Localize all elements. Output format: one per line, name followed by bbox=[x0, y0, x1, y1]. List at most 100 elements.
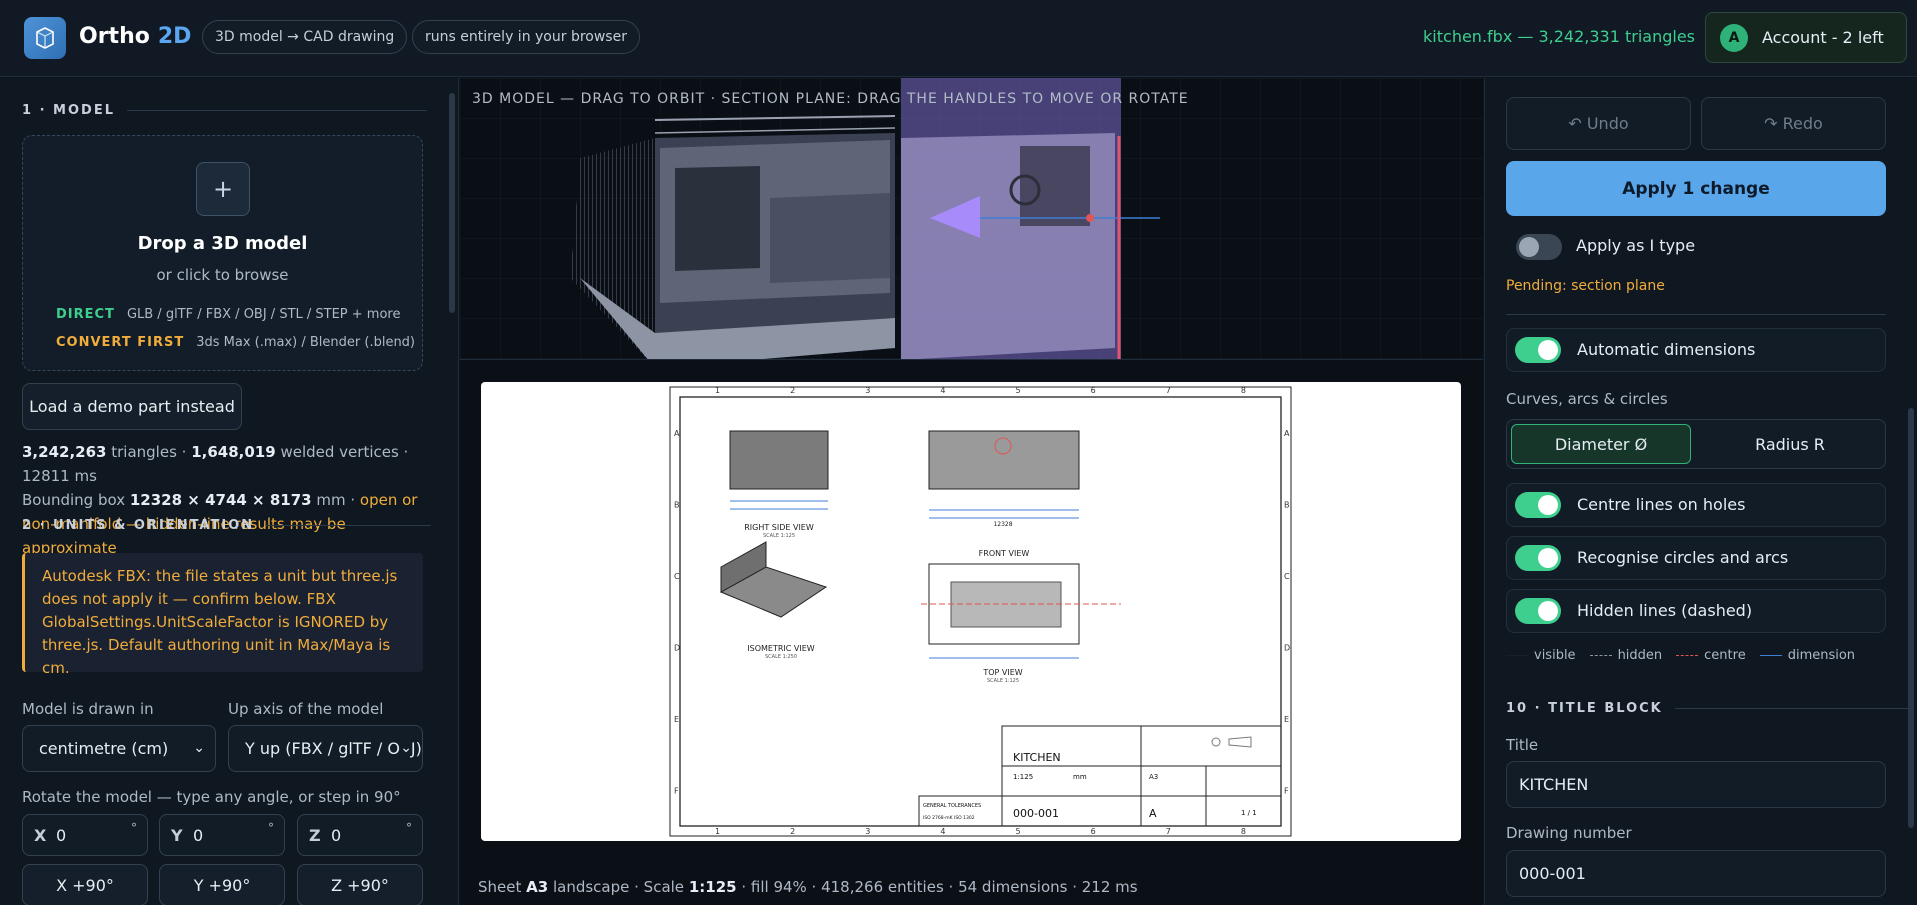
curve-dimension-mode: Diameter Ø Radius R bbox=[1506, 419, 1886, 469]
auto-dimensions-label: Automatic dimensions bbox=[1577, 340, 1756, 359]
right-scrollbar[interactable] bbox=[1908, 408, 1914, 828]
3d-viewport[interactable]: 3D MODEL — DRAG TO ORBIT · SECTION PLANE… bbox=[460, 78, 1483, 360]
hidden-lines-label: Hidden lines (dashed) bbox=[1577, 601, 1753, 620]
model-dropzone[interactable]: + Drop a 3D model or click to browse DIR… bbox=[22, 135, 423, 371]
rotate-x-input[interactable]: X 0 ° bbox=[22, 814, 148, 856]
section-title-model: 1 · MODEL bbox=[22, 103, 427, 118]
axis-y-label: Y bbox=[171, 825, 183, 845]
loaded-file-info: kitchen.fbx — 3,242,331 triangles bbox=[1423, 27, 1695, 46]
rotate-z-90-button[interactable]: Z +90° bbox=[297, 864, 423, 905]
axis-z-value: 0 bbox=[331, 825, 342, 845]
auto-dimensions-row[interactable]: Automatic dimensions bbox=[1506, 328, 1886, 372]
centre-lines-toggle[interactable] bbox=[1515, 492, 1561, 518]
drawing-sheet[interactable]: 1 1 2 2 3 3 4 4 5 5 6 6 7 7 8 8 A A B B C C D D E E F F RIGHT SIDE… bbox=[481, 382, 1461, 841]
left-scrollbar[interactable] bbox=[449, 93, 455, 313]
dropzone-title: Drop a 3D model bbox=[137, 233, 308, 254]
sheet-caption-mid: landscape · Scale bbox=[552, 878, 685, 896]
title-block-scale: 1:125 bbox=[1013, 773, 1033, 781]
row-label: B bbox=[1284, 500, 1290, 509]
recognise-circles-toggle[interactable] bbox=[1515, 545, 1561, 571]
divider bbox=[1506, 314, 1886, 315]
apply-changes-button[interactable]: Apply 1 change bbox=[1506, 161, 1886, 216]
isometric-view-title: ISOMETRIC VIEW bbox=[747, 644, 815, 653]
legend-hidden-swatch bbox=[1589, 655, 1612, 656]
row-label: D bbox=[1284, 643, 1290, 652]
recognise-circles-row[interactable]: Recognise circles and arcs bbox=[1506, 536, 1886, 580]
logo[interactable] bbox=[24, 17, 66, 59]
column-label: 8 bbox=[1241, 827, 1246, 836]
front-view-block bbox=[928, 430, 1080, 490]
section-title-units: 2 · UNITS & ORIENTATION bbox=[22, 518, 432, 533]
redo-button[interactable]: ↷ Redo bbox=[1701, 97, 1886, 150]
column-label: 3 bbox=[865, 827, 870, 836]
title-input[interactable]: KITCHEN bbox=[1506, 761, 1886, 808]
app-root: Ortho 2D 3D model → CAD drawing runs enti… bbox=[0, 0, 1917, 905]
right-panel: ↶ Undo ↷ Redo Apply 1 change Apply as I … bbox=[1484, 78, 1917, 905]
column-label: 5 bbox=[1016, 386, 1021, 395]
row-label: A bbox=[674, 429, 680, 438]
column-label: 2 bbox=[790, 827, 795, 836]
column-label: 2 bbox=[790, 386, 795, 395]
column-label: 6 bbox=[1091, 386, 1096, 395]
column-label: 1 bbox=[715, 827, 720, 836]
front-view-dimension: 12328 bbox=[993, 521, 1012, 528]
convert-formats-key: CONVERT FIRST bbox=[56, 335, 185, 350]
cad-drawing: 1 1 2 2 3 3 4 4 5 5 6 6 7 7 8 8 A A B B C C D D E E F F RIGHT SIDE… bbox=[669, 386, 1292, 837]
apply-as-type-label: Apply as I type bbox=[1576, 236, 1696, 255]
section-divider bbox=[1674, 708, 1910, 709]
drawing-number-input[interactable]: 000-001 bbox=[1506, 850, 1886, 897]
tolerances-label: GENERAL TOLERANCES bbox=[923, 803, 981, 809]
column-label: 4 bbox=[940, 827, 945, 836]
toggle-knob bbox=[1538, 340, 1558, 360]
section-divider bbox=[126, 110, 427, 111]
toggle-knob bbox=[1538, 601, 1558, 621]
hidden-lines-toggle[interactable] bbox=[1515, 598, 1561, 624]
direct-formats-row: DIRECT GLB / glTF / FBX / OBJ / STL / ST… bbox=[56, 307, 400, 322]
row-label: C bbox=[1284, 572, 1290, 581]
diameter-option[interactable]: Diameter Ø bbox=[1511, 424, 1691, 464]
title-block-number: 000-001 bbox=[1013, 807, 1059, 820]
sheet-summary: Sheet A3 landscape · Scale 1:125 · fill … bbox=[478, 878, 1138, 896]
right-side-view-scale: SCALE 1:125 bbox=[763, 533, 795, 539]
axis-y-value: 0 bbox=[193, 825, 204, 845]
bbox-value: 12328 × 4744 × 8173 bbox=[129, 491, 312, 509]
legend-visible: visible bbox=[1506, 648, 1576, 663]
title-block-unit: mm bbox=[1073, 773, 1087, 781]
unit-select[interactable]: centimetre (cm) ⌄ bbox=[22, 725, 216, 772]
direct-formats-list: GLB / glTF / FBX / OBJ / STL / STEP + mo… bbox=[126, 307, 401, 322]
sheet-scale: 1:125 bbox=[688, 878, 737, 896]
legend-centre: centre bbox=[1676, 648, 1746, 663]
add-model-icon[interactable]: + bbox=[196, 162, 250, 216]
rotate-y-90-button[interactable]: Y +90° bbox=[159, 864, 285, 905]
rotate-y-input[interactable]: Y 0 ° bbox=[159, 814, 285, 856]
tagline-pill-conversion: 3D model → CAD drawing bbox=[202, 20, 408, 54]
handle-point bbox=[1086, 214, 1094, 222]
up-axis-select[interactable]: Y up (FBX / glTF / OBJ) ⌄ bbox=[228, 725, 423, 772]
viewport-caption: 3D MODEL — DRAG TO ORBIT · SECTION PLANE… bbox=[472, 91, 1189, 107]
top-view-title: TOP VIEW bbox=[982, 668, 1022, 677]
title-label: Title bbox=[1506, 736, 1539, 754]
radius-option[interactable]: Radius R bbox=[1697, 424, 1883, 464]
undo-button[interactable]: ↶ Undo bbox=[1506, 97, 1691, 150]
hidden-lines-row[interactable]: Hidden lines (dashed) bbox=[1506, 589, 1886, 633]
load-demo-button[interactable]: Load a demo part instead bbox=[22, 383, 242, 430]
legend-dimension-swatch bbox=[1759, 655, 1782, 656]
right-side-view-title: RIGHT SIDE VIEW bbox=[744, 523, 814, 532]
up-axis-label: Up axis of the model bbox=[228, 700, 384, 718]
direct-formats-key: DIRECT bbox=[56, 307, 115, 322]
auto-dimensions-toggle[interactable] bbox=[1515, 337, 1561, 363]
title-block-sheet: 1 / 1 bbox=[1241, 809, 1257, 817]
section-title-model-text: 1 · MODEL bbox=[22, 103, 115, 118]
sheet-caption-prefix: Sheet bbox=[478, 878, 522, 896]
rotate-z-input[interactable]: Z 0 ° bbox=[297, 814, 423, 856]
row-label: C bbox=[674, 572, 680, 581]
apply-as-type-toggle[interactable] bbox=[1516, 234, 1562, 260]
recognise-circles-label: Recognise circles and arcs bbox=[1577, 548, 1789, 567]
column-label: 4 bbox=[940, 386, 945, 395]
centre-lines-row[interactable]: Centre lines on holes bbox=[1506, 483, 1886, 527]
chevron-down-icon: ⌄ bbox=[400, 740, 412, 756]
bbox-unit: mm · bbox=[316, 491, 356, 509]
title-block-rev: A bbox=[1149, 807, 1157, 820]
account-button[interactable]: A Account - 2 left bbox=[1705, 12, 1907, 63]
rotate-x-90-button[interactable]: X +90° bbox=[22, 864, 148, 905]
